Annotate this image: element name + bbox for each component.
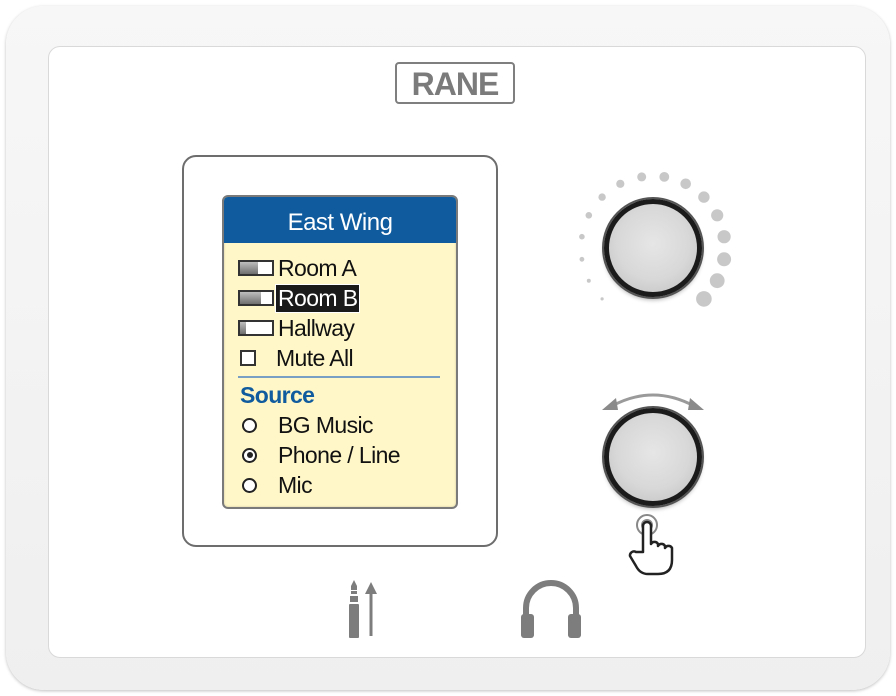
- zone-label-selected: Room B: [274, 283, 361, 313]
- headphone-icon: [521, 580, 581, 638]
- divider: [238, 376, 440, 378]
- zone-title: East Wing: [224, 197, 456, 243]
- zone-label: Hallway: [278, 314, 355, 341]
- zone-label: Room A: [278, 254, 357, 281]
- level-meter: [238, 320, 274, 336]
- source-option-phone-line[interactable]: Phone / Line: [238, 441, 401, 469]
- level-fill: [240, 322, 246, 334]
- zone-row-hallway[interactable]: Hallway: [238, 314, 355, 342]
- audio-jack-icon: [349, 580, 377, 638]
- mute-all-row[interactable]: Mute All: [238, 344, 354, 372]
- level-fill: [240, 262, 258, 274]
- source-radio[interactable]: [242, 477, 257, 493]
- mute-label: Mute All: [276, 344, 354, 371]
- lcd-screen: East Wing Room A Room B Hallway Mute All…: [222, 195, 458, 509]
- source-option-mic[interactable]: Mic: [238, 471, 313, 499]
- source-label: Mic: [278, 471, 313, 498]
- volume-knob[interactable]: [604, 199, 702, 297]
- source-label: BG Music: [278, 411, 373, 438]
- source-label: Phone / Line: [278, 441, 401, 468]
- zone-row-room-a[interactable]: Room A: [238, 254, 357, 282]
- mute-checkbox[interactable]: [240, 350, 256, 366]
- hand-press-icon: [628, 514, 674, 576]
- level-meter: [238, 290, 274, 306]
- rane-logo: RANE: [395, 62, 515, 104]
- zone-row-room-b[interactable]: Room B: [238, 283, 361, 313]
- source-radio[interactable]: [242, 417, 257, 433]
- level-fill: [240, 292, 261, 304]
- source-heading: Source: [240, 382, 315, 408]
- svg-text:RANE: RANE: [412, 66, 499, 102]
- select-knob[interactable]: [604, 408, 702, 506]
- source-radio[interactable]: [242, 447, 257, 463]
- source-option-bg-music[interactable]: BG Music: [238, 411, 373, 439]
- level-meter: [238, 260, 274, 276]
